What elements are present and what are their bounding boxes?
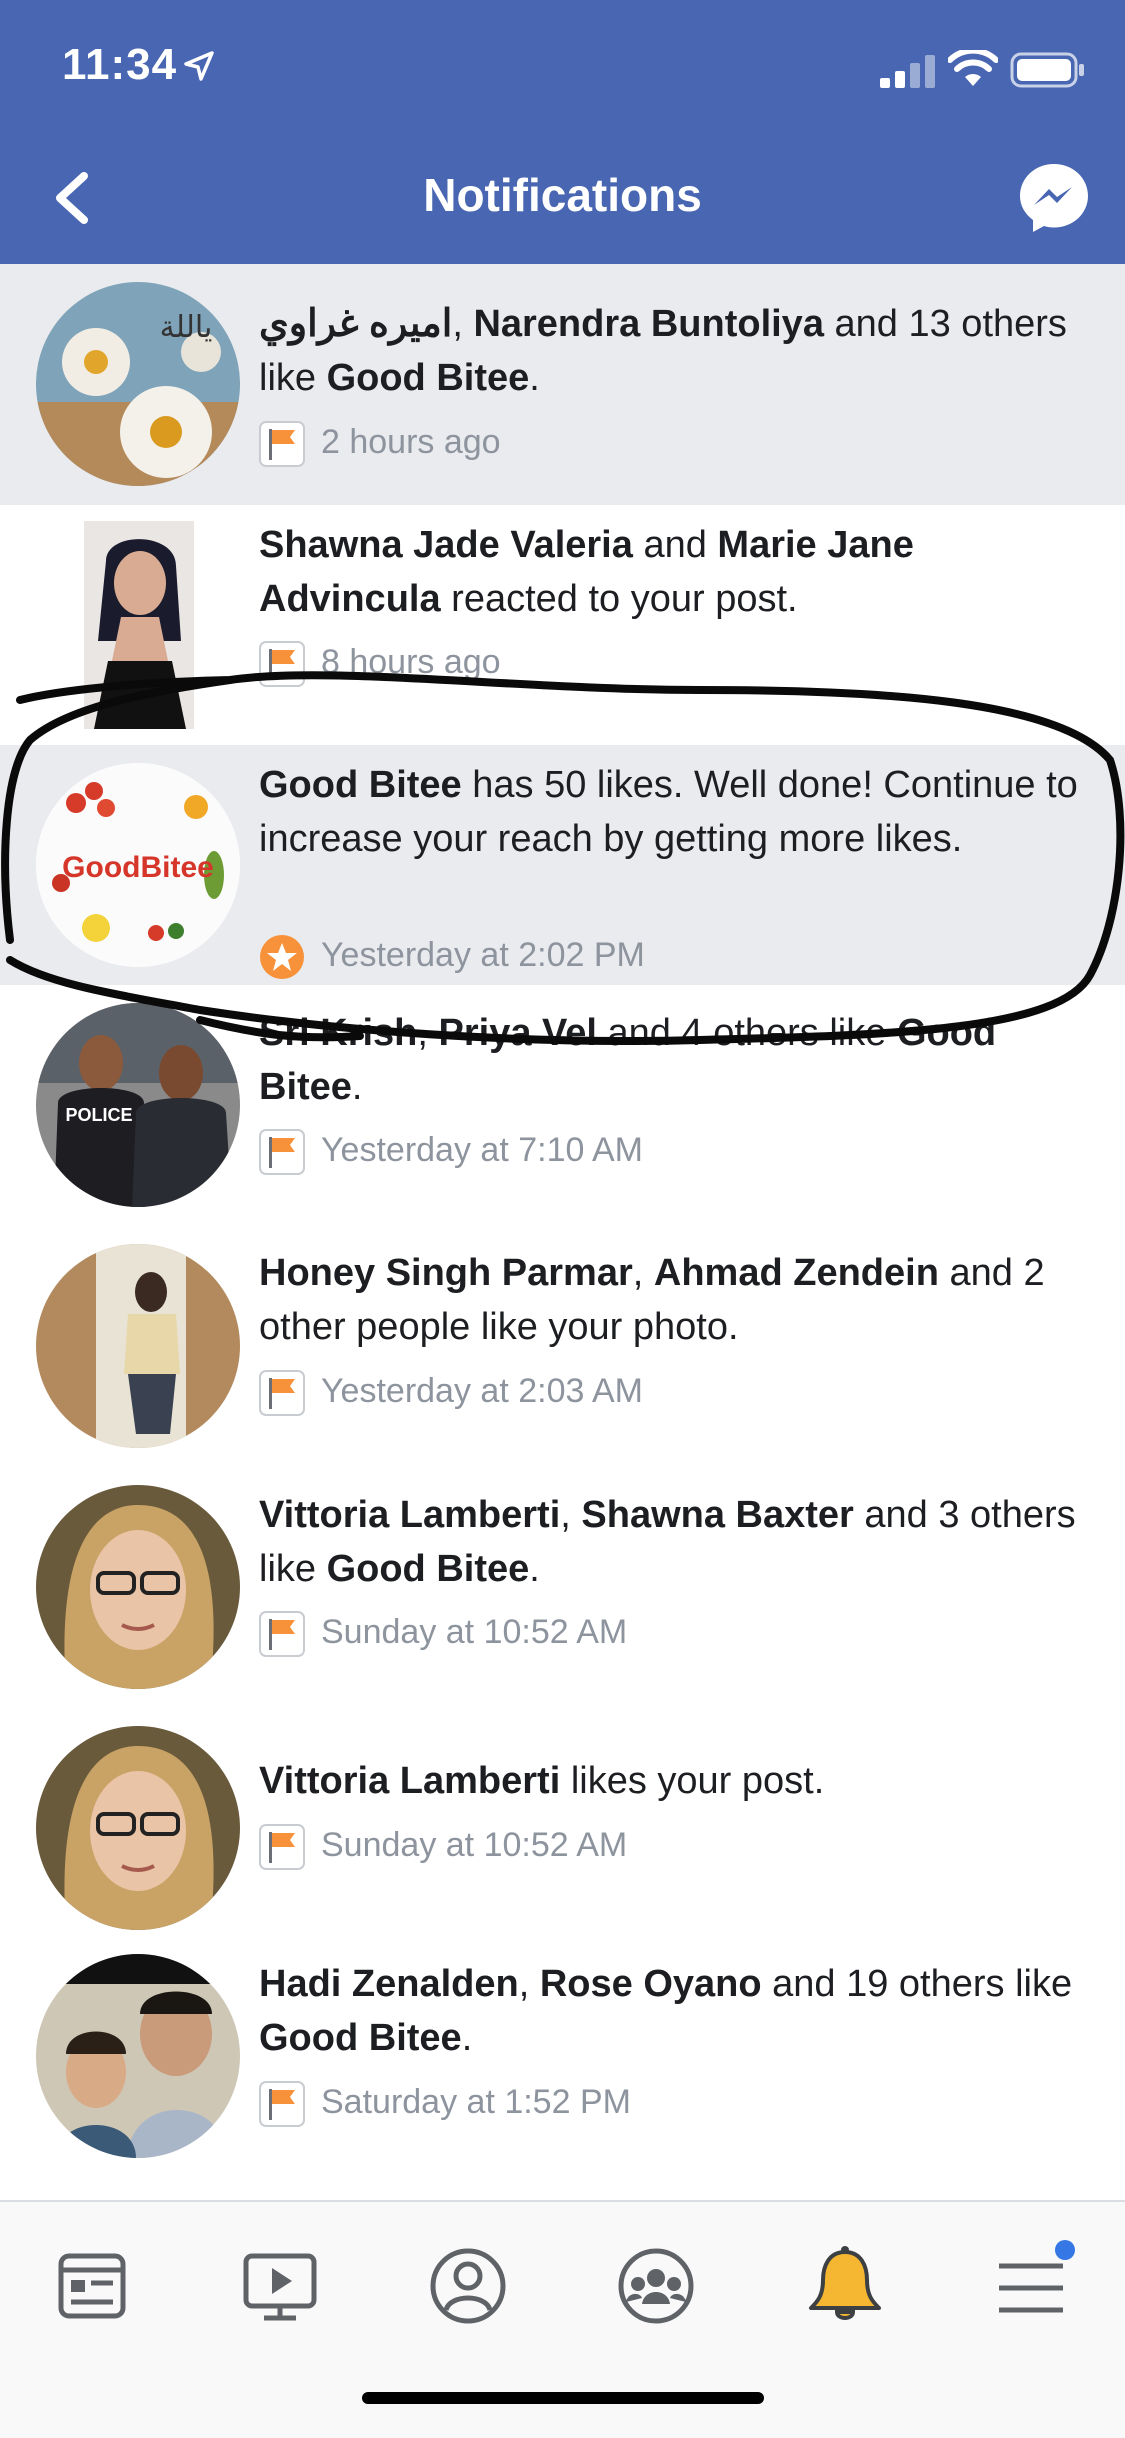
profile-icon[interactable] <box>418 2236 518 2336</box>
avatar-badge-text: POLICE <box>65 1105 132 1125</box>
flag-icon <box>259 2081 305 2127</box>
notification-item[interactable]: POLICE Sri Krish, Priya Vel and 4 others… <box>0 985 1125 1226</box>
timestamp: 8 hours ago <box>321 643 501 681</box>
flag-icon <box>259 1370 305 1416</box>
notification-item[interactable]: Honey Singh Parmar, Ahmad Zendein and 2 … <box>0 1226 1125 1467</box>
notification-text: Vittoria Lamberti likes your post. <box>259 1760 825 1802</box>
location-arrow-icon <box>184 51 214 81</box>
notification-list: ياللة اميره غراوي, Narendra Buntoliya an… <box>0 264 1125 2190</box>
avatar: ياللة <box>36 282 240 486</box>
avatar <box>36 1954 240 2158</box>
notification-text: Shawna Jade Valeria and Marie Jane Advin… <box>259 524 914 620</box>
timestamp: Sunday at 10:52 AM <box>321 1826 628 1864</box>
svg-text:ياللة: ياللة <box>160 310 213 345</box>
timestamp: 2 hours ago <box>321 423 501 461</box>
avatar <box>36 1244 240 1448</box>
bell-icon[interactable] <box>795 2236 895 2336</box>
notification-item[interactable]: Vittoria Lamberti, Shawna Baxter and 3 o… <box>0 1467 1125 1708</box>
home-indicator[interactable] <box>362 2392 764 2404</box>
flag-icon <box>259 1129 305 1175</box>
notification-text: Hadi Zenalden, Rose Oyano and 19 others … <box>259 1963 1073 2059</box>
status-time: 11:34 <box>62 40 178 89</box>
menu-icon[interactable] <box>983 2236 1083 2336</box>
timestamp: Sunday at 10:52 AM <box>321 1613 628 1651</box>
watch-icon[interactable] <box>230 2236 330 2336</box>
notification-text: اميره غراوي, Narendra Buntoliya and 13 o… <box>259 303 1067 399</box>
notification-item[interactable]: Shawna Jade Valeria and Marie Jane Advin… <box>0 505 1125 745</box>
avatar: GoodBitee <box>36 763 240 967</box>
avatar <box>36 521 240 729</box>
timestamp: Saturday at 1:52 PM <box>321 2083 631 2121</box>
page-title: Notifications <box>423 169 702 221</box>
avatar-logo-text: GoodBitee <box>62 851 214 884</box>
notification-dot-badge <box>1055 2240 1075 2260</box>
nav-bar: Notifications <box>0 130 1125 264</box>
avatar: POLICE <box>36 1003 240 1207</box>
avatar <box>36 1485 240 1689</box>
flag-icon <box>259 421 305 467</box>
news-feed-icon[interactable] <box>41 2236 141 2336</box>
messenger-icon[interactable] <box>1016 160 1092 236</box>
battery-icon <box>1010 52 1084 88</box>
status-bar: 11:34 <box>0 0 1125 130</box>
notification-item[interactable]: ياللة اميره غراوي, Narendra Buntoliya an… <box>0 264 1125 505</box>
timestamp: Yesterday at 7:10 AM <box>321 1131 643 1169</box>
wifi-icon <box>948 50 998 86</box>
notification-text: Sri Krish, Priya Vel and 4 others like G… <box>259 1012 997 1108</box>
flag-icon <box>259 1824 305 1870</box>
groups-icon[interactable] <box>606 2236 706 2336</box>
avatar <box>36 1726 240 1930</box>
notification-text: Vittoria Lamberti, Shawna Baxter and 3 o… <box>259 1494 1076 1590</box>
flag-icon <box>259 1611 305 1657</box>
notification-item[interactable]: Hadi Zenalden, Rose Oyano and 19 others … <box>0 1949 1125 2190</box>
cellular-signal-icon <box>880 55 935 88</box>
notification-text: Honey Singh Parmar, Ahmad Zendein and 2 … <box>259 1252 1045 1348</box>
flag-icon <box>259 641 305 687</box>
star-icon <box>260 935 304 979</box>
notification-text: Good Bitee has 50 likes. Well done! Cont… <box>259 764 1078 860</box>
timestamp: Yesterday at 2:02 PM <box>321 936 645 974</box>
notification-item[interactable]: GoodBitee Good Bitee has 50 likes. Well … <box>0 745 1125 985</box>
top-header: 11:34 Notifications <box>0 0 1125 264</box>
timestamp: Yesterday at 2:03 AM <box>321 1372 643 1410</box>
notification-item[interactable]: Vittoria Lamberti likes your post. Sunda… <box>0 1708 1125 1949</box>
